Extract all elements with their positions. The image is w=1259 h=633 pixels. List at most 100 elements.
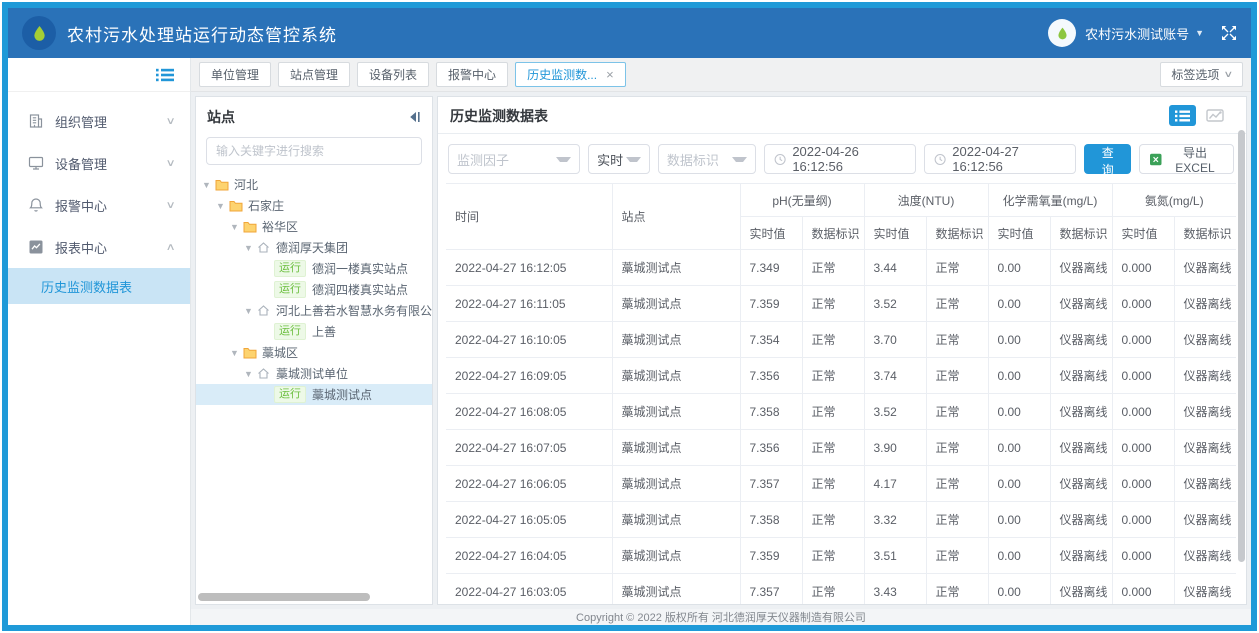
- tree-node[interactable]: ▼石家庄: [196, 195, 432, 216]
- tree-search-input[interactable]: [206, 137, 422, 165]
- table-cell: 仪器离线: [1050, 430, 1112, 466]
- caret-down-icon[interactable]: ▼: [216, 201, 229, 211]
- table-cell: 正常: [926, 538, 988, 574]
- tree-node[interactable]: 运行德润一楼真实站点: [196, 258, 432, 279]
- export-excel-label: 导出EXCEL: [1167, 144, 1223, 175]
- account-menu[interactable]: 农村污水测试账号 ▼: [1085, 24, 1204, 43]
- table-cell: 正常: [802, 538, 864, 574]
- sidebar-item[interactable]: 设备管理∨: [8, 142, 190, 184]
- caret-down-icon[interactable]: ▼: [230, 222, 243, 232]
- tree-node[interactable]: ▼ 藁城区: [196, 342, 432, 363]
- caret-down-icon[interactable]: ▼: [202, 180, 215, 190]
- table-cell: 7.359: [740, 538, 802, 574]
- mode-select[interactable]: 实时: [588, 144, 650, 174]
- collapse-sidebar-icon[interactable]: [156, 68, 174, 82]
- clock-icon: [774, 153, 786, 166]
- folder-icon: [243, 221, 259, 233]
- tree-node[interactable]: ▼藁城测试单位: [196, 363, 432, 384]
- col-header-realtime-value: 实时值: [1112, 217, 1174, 250]
- panel-header: 历史监测数据表: [438, 97, 1246, 134]
- tree-node[interactable]: 运行德润四楼真实站点: [196, 279, 432, 300]
- table-cell: 正常: [802, 466, 864, 502]
- organization-icon: [28, 113, 45, 130]
- tab-item-1[interactable]: 单位管理: [199, 62, 271, 87]
- folder-icon: [243, 347, 259, 359]
- tree-node-label: 藁城区: [262, 344, 298, 361]
- table-cell: 仪器离线: [1050, 466, 1112, 502]
- close-icon[interactable]: ×: [606, 68, 614, 81]
- col-header-data-flag: 数据标识: [802, 217, 864, 250]
- app-header: 农村污水处理站运行动态管控系统 农村污水测试账号 ▼: [8, 8, 1251, 58]
- tree-horizontal-scrollbar[interactable]: [198, 593, 370, 601]
- clock-icon: [934, 153, 946, 166]
- collapse-panel-icon[interactable]: [408, 111, 421, 123]
- table-cell: 2022-04-27 16:09:05: [446, 358, 612, 394]
- tree-node[interactable]: ▼河北: [196, 174, 432, 195]
- tab-options-button[interactable]: 标签选项 ∨: [1160, 62, 1243, 87]
- scrollbar-thumb[interactable]: [1238, 130, 1245, 562]
- caret-down-icon[interactable]: ▼: [244, 306, 257, 316]
- table-row: 2022-04-27 16:07:05藁城测试点7.356正常3.90正常0.0…: [446, 430, 1236, 466]
- table-cell: 正常: [926, 394, 988, 430]
- tab-item-2[interactable]: 站点管理: [278, 62, 350, 87]
- tree-node[interactable]: ▼德润厚天集团: [196, 237, 432, 258]
- table-row: 2022-04-27 16:12:05藁城测试点7.349正常3.44正常0.0…: [446, 250, 1236, 286]
- table-cell: 3.44: [864, 250, 926, 286]
- tree-node-label: 裕华区: [262, 218, 298, 235]
- tree-node[interactable]: 运行藁城测试点: [196, 384, 432, 405]
- tab-label: 单位管理: [211, 66, 259, 83]
- caret-down-icon[interactable]: ▼: [244, 243, 257, 253]
- sidebar-item-label: 报警中心: [55, 196, 107, 215]
- fullscreen-icon[interactable]: [1221, 25, 1237, 41]
- table-cell: 藁城测试点: [612, 394, 740, 430]
- data-flag-placeholder: 数据标识: [667, 150, 719, 169]
- col-group-turbidity: 浊度(NTU): [864, 184, 988, 217]
- table-cell: 仪器离线: [1050, 250, 1112, 286]
- sidebar-item-label: 组织管理: [55, 112, 107, 131]
- sidebar-item[interactable]: 报警中心 ∨: [8, 184, 190, 226]
- table-cell: 3.52: [864, 394, 926, 430]
- caret-down-icon[interactable]: ▼: [244, 369, 257, 379]
- caret-down-icon[interactable]: ▼: [230, 348, 243, 358]
- col-header-time: 时间: [446, 184, 612, 250]
- sidebar-item[interactable]: 组织管理∨: [8, 100, 190, 142]
- table-cell: 仪器离线: [1174, 394, 1236, 430]
- tree-node[interactable]: ▼ 裕华区: [196, 216, 432, 237]
- sidebar-item-label: 报表中心: [55, 238, 107, 257]
- end-time-picker[interactable]: 2022-04-27 16:12:56: [924, 144, 1076, 174]
- tree-node[interactable]: ▼河北上善若水智慧水务有限公司: [196, 300, 432, 321]
- table-cell: 0.00: [988, 394, 1050, 430]
- chart-view-button[interactable]: [1201, 105, 1228, 126]
- table-row: 2022-04-27 16:06:05藁城测试点7.357正常4.17正常0.0…: [446, 466, 1236, 502]
- table-cell: 仪器离线: [1174, 574, 1236, 605]
- tree-node[interactable]: 运行上善: [196, 321, 432, 342]
- query-button[interactable]: 查询: [1084, 144, 1131, 174]
- view-toggles: [1169, 105, 1234, 126]
- chevron-down-icon: [556, 157, 571, 162]
- table-cell: 0.00: [988, 574, 1050, 605]
- filter-bar: 监测因子 实时 数据标识 2022-04: [438, 134, 1246, 183]
- table-cell: 0.000: [1112, 322, 1174, 358]
- tab-item-3[interactable]: 设备列表: [357, 62, 429, 87]
- table-cell: 2022-04-27 16:04:05: [446, 538, 612, 574]
- tab-item-5[interactable]: 历史监测数...×: [515, 62, 626, 87]
- tab-item-4[interactable]: 报警中心: [436, 62, 508, 87]
- chevron-down-icon: ∨: [165, 200, 175, 211]
- table-cell: 0.000: [1112, 250, 1174, 286]
- data-flag-select[interactable]: 数据标识: [658, 144, 756, 174]
- table-cell: 仪器离线: [1174, 250, 1236, 286]
- col-header-realtime-value: 实时值: [864, 217, 926, 250]
- table-cell: 仪器离线: [1050, 574, 1112, 605]
- table-cell: 0.000: [1112, 286, 1174, 322]
- start-time-picker[interactable]: 2022-04-26 16:12:56: [764, 144, 916, 174]
- col-header-realtime-value: 实时值: [988, 217, 1050, 250]
- right-column: 单位管理站点管理设备列表报警中心历史监测数...× 标签选项 ∨ 站点: [191, 58, 1251, 625]
- sidebar-subitem[interactable]: 历史监测数据表: [8, 268, 190, 304]
- factor-select[interactable]: 监测因子: [448, 144, 580, 174]
- table-cell: 仪器离线: [1174, 502, 1236, 538]
- table-view-button[interactable]: [1169, 105, 1196, 126]
- export-excel-button[interactable]: 导出EXCEL: [1139, 144, 1234, 174]
- sidebar-item[interactable]: 报表中心∧: [8, 226, 190, 268]
- table-cell: 正常: [926, 358, 988, 394]
- user-avatar[interactable]: [1048, 19, 1076, 47]
